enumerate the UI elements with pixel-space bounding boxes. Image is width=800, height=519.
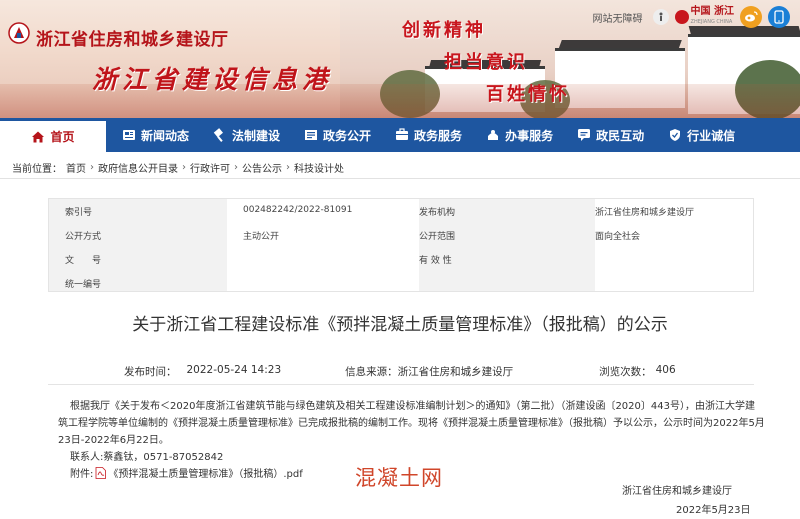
accessibility-icon[interactable]	[652, 9, 669, 25]
attachment-file-link[interactable]: 《预拌混凝土质量管理标准》（报批稿）.pdf	[108, 465, 302, 480]
site-subtitle: 浙江省建设信息港	[92, 65, 333, 94]
nav-label: 新闻动态	[141, 128, 190, 143]
department-logo-icon[interactable]	[8, 22, 30, 44]
view-count: 406	[655, 364, 676, 376]
breadcrumb-separator-icon: ›	[90, 162, 94, 173]
document-info-table: 索引号 002482242/2022-81091 发布机构 浙江省住房和城乡建设…	[48, 198, 754, 292]
label-index-no: 索引号	[65, 208, 93, 218]
breadcrumb-prefix: 当前位置：	[12, 164, 62, 175]
phone-icon[interactable]	[768, 6, 790, 28]
site-name[interactable]: 浙江省住房和城乡建设厅	[36, 25, 229, 50]
body-line: 根据我厅《关于发布＜2020年度浙江省建筑节能与绿色建筑及相关工程建设标准编制计…	[70, 401, 755, 412]
nav-item-gov-service[interactable]: 政务服务	[383, 118, 474, 152]
main-nav: 首页 新闻动态 法制建设 政务公开 政务服务 办事服务 政民互动 行业诚信	[0, 118, 800, 152]
public-icon	[305, 130, 318, 140]
publish-time-label: 发布时间：	[124, 366, 177, 378]
nav-label: 法制建设	[232, 128, 281, 143]
label-open-method: 公开方式	[65, 232, 102, 242]
breadcrumb-item-notice[interactable]: 公告公示	[242, 160, 282, 175]
weibo-icon[interactable]	[740, 6, 762, 28]
nav-item-credit[interactable]: 行业诚信	[656, 118, 747, 152]
nav-label: 政民互动	[596, 128, 645, 143]
breadcrumb-item-home[interactable]: 首页	[66, 160, 86, 175]
breadcrumb-divider	[0, 178, 800, 179]
views-label: 浏览次数：	[599, 366, 652, 378]
credit-icon	[670, 129, 681, 141]
nav-label: 政务公开	[323, 128, 372, 143]
meta-divider	[48, 384, 754, 385]
breadcrumb-item-division[interactable]: 科技设计处	[294, 160, 344, 175]
body-line: 筑工程学院等单位编制的《预拌混凝土质量管理标准》已完成报批稿的编制工作。现将《预…	[58, 418, 765, 429]
slogan-2: 担当意识	[444, 52, 528, 73]
slogan-3: 百姓情怀	[486, 84, 570, 105]
source-label: 信息来源：	[345, 366, 398, 378]
breadcrumb-separator-icon: ›	[182, 162, 186, 173]
label-validity: 有 效 性	[419, 256, 452, 266]
slogan-1: 创新精神	[402, 20, 486, 41]
accessibility-link[interactable]: 网站无障碍	[593, 10, 643, 25]
breadcrumb-item-permit[interactable]: 行政许可	[190, 160, 230, 175]
home-icon	[32, 131, 45, 142]
nav-label: 办事服务	[505, 128, 554, 143]
article-body: 根据我厅《关于发布＜2020年度浙江省建筑节能与绿色建筑及相关工程建设标准编制计…	[58, 398, 765, 449]
header-banner: 浙江省住房和城乡建设厅 浙江省建设信息港 创新精神 担当意识 百姓情怀 网站无障…	[0, 0, 800, 118]
interact-icon	[578, 129, 591, 141]
value-open-range: 面向全社会	[595, 232, 641, 242]
source: 浙江省住房和城乡建设厅	[397, 366, 514, 378]
breadcrumb-separator-icon: ›	[286, 162, 290, 173]
value-index-no: 002482242/2022-81091	[243, 205, 353, 215]
breadcrumb-separator-icon: ›	[234, 162, 238, 173]
handle-icon	[488, 130, 499, 140]
law-icon	[213, 128, 224, 142]
value-open-method: 主动公开	[243, 232, 280, 242]
signer: 浙江省住房和城乡建设厅	[622, 486, 732, 497]
publish-time: 2022-05-24 14:23	[186, 364, 282, 376]
label-doc-no: 文 号	[65, 256, 102, 266]
nav-item-home[interactable]: 首页	[0, 118, 106, 152]
top-right-tools: 网站无障碍 中国 浙江 ZHEJIANG CHINA	[593, 6, 790, 28]
nav-item-news[interactable]: 新闻动态	[106, 118, 201, 152]
attachment: 附件: 《预拌混凝土质量管理标准》（报批稿）.pdf	[70, 465, 303, 480]
nav-item-public[interactable]: 政务公开	[292, 118, 383, 152]
zhejiang-mark-sub: ZHEJIANG CHINA	[690, 19, 733, 25]
body-line: 23日-2022年6月22日。	[58, 435, 169, 446]
nav-item-interact[interactable]: 政民互动	[565, 118, 656, 152]
label-publish-org: 发布机构	[419, 208, 456, 218]
zhejiang-mark-label: 中国 浙江	[690, 6, 734, 17]
service-icon	[396, 128, 409, 140]
value-publish-org: 浙江省住房和城乡建设厅	[595, 208, 695, 218]
watermark-text: 混凝土网	[355, 466, 443, 490]
contact-info: 联系人:蔡鑫钛，0571-87052842	[70, 452, 224, 463]
nav-label: 政务服务	[414, 128, 463, 143]
zhejiang-gov-mark[interactable]: 中国 浙江 ZHEJIANG CHINA	[674, 6, 734, 27]
article-title: 关于浙江省工程建设标准《预拌混凝土质量管理标准》（报批稿）的公示	[132, 315, 668, 335]
zhejiang-emblem-icon	[674, 10, 689, 24]
attachment-label: 附件:	[70, 469, 94, 480]
breadcrumb: 当前位置： 首页 › 政府信息公开目录 › 行政许可 › 公告公示 › 科技设计…	[12, 160, 344, 175]
article-meta: 发布时间： 2022-05-24 14:23 信息来源： 浙江省住房和城乡建设厅…	[124, 364, 676, 379]
label-unified-no: 统一编号	[65, 280, 102, 290]
label-open-range: 公开范围	[419, 232, 456, 242]
breadcrumb-item-catalog[interactable]: 政府信息公开目录	[98, 160, 178, 175]
nav-label: 首页	[50, 130, 75, 144]
news-icon	[123, 130, 135, 140]
pdf-icon	[95, 466, 107, 479]
nav-label: 行业诚信	[687, 128, 736, 143]
nav-item-law[interactable]: 法制建设	[201, 118, 292, 152]
sign-date: 2022年5月23日	[676, 505, 751, 516]
nav-item-handle-service[interactable]: 办事服务	[474, 118, 565, 152]
